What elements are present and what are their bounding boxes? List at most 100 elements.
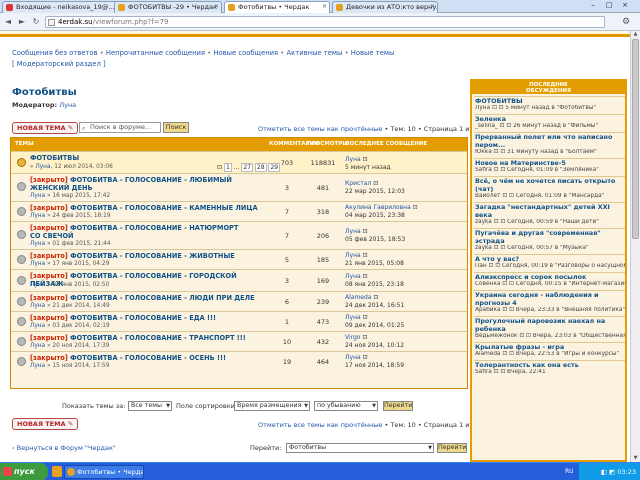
close-tab-icon[interactable]: × [214,3,219,10]
replies-count: 7 [284,232,290,240]
topic-locked-icon [17,230,26,239]
table-row[interactable]: [закрыто] ФОТОБИТВА - ГОЛОСОВАНИЕ - ЛЮДИ… [11,291,467,311]
page-title[interactable]: Фотобитвы [12,87,77,98]
topic-title[interactable]: ФОТОБИТВЫ [30,154,230,162]
list-item[interactable]: Зеленка _selina_ ⊡ ⊡ 26 минут назад в "Фи… [474,114,625,130]
topic-pages: ⊡ 1 ... 27 28 29 [217,163,281,172]
last-post: Акулина Гавриловна ⊡ 04 мар 2015, 23:38 [345,204,418,219]
link-new-topics[interactable]: Новые темы [351,49,395,57]
chevron-down-icon: ▼ [372,403,376,409]
page-scrollbar[interactable]: ▲ ▼ [630,31,640,462]
last-post: Луна ⊡ 09 дек 2014, 01:25 [345,314,405,329]
list-item[interactable]: Прогулочный паровозик наехал на ребенка В… [474,316,625,340]
url-field[interactable]: 4erdak.su/viewforum.php?f=79 [45,16,605,28]
views-count: 185 [316,256,330,264]
chevron-down-icon: ▼ [304,403,308,409]
reload-icon[interactable]: ↻ [30,16,42,28]
link-active[interactable]: Активные темы [286,49,342,57]
minimize-icon[interactable]: – [586,0,600,11]
list-item[interactable]: А что у вас? Пан ⊡ ⊡ Сегодня, 00:19 в "Ра… [474,254,625,270]
moderator-line: Модератор: Луна [12,101,77,109]
close-tab-icon[interactable]: × [322,3,327,10]
period-select[interactable]: Все темы ▼ [128,401,172,411]
table-row[interactable]: [закрыто] ФОТОБИТВА - ГОЛОСОВАНИЕ - ЛЮБИ… [11,173,467,201]
wrench-icon[interactable]: ⚙ [620,16,632,28]
back-icon[interactable]: ◄ [2,16,14,28]
table-row[interactable]: [закрыто] ФОТОБИТВА - ГОЛОСОВАНИЕ - КАМЕ… [11,201,467,221]
table-row[interactable]: [закрыто] ФОТОБИТВА - ГОЛОСОВАНИЕ - ОСЕН… [11,351,467,373]
list-item[interactable]: Крылатые фразы - игра Alameda ⊡ ⊡ Вчера, … [474,342,625,358]
scrollbar-thumb[interactable] [632,39,639,239]
back-to-forum-link[interactable]: ‹ Вернуться в Форум "Чердак" [12,444,116,452]
new-topic-button[interactable]: НОВАЯ ТЕМА ✎ [12,122,79,134]
topic-title[interactable]: [закрыто] ФОТОБИТВА - ГОЛОСОВАНИЕ - НАТЮ… [30,224,245,240]
tab-inbox[interactable]: Входящие - neikasova_19@...× [2,1,123,13]
language-indicator[interactable]: RU [565,463,574,480]
link-moderators[interactable]: [ Модераторский раздел ] [12,60,106,68]
jump-go-button[interactable]: Перейти [437,443,467,453]
moderator-name[interactable]: Луна [59,101,76,109]
tab-devochki[interactable]: Девочки из АТО:кто вернулся × [332,1,438,13]
link-new-posts[interactable]: Новые сообщения [213,49,278,57]
sort-go-button[interactable]: Перейти [383,401,413,411]
topic-locked-icon [17,276,26,285]
tab-fotobitvy-29[interactable]: ФОТОБИТВЫ -29 • Чердак × [114,1,222,13]
topic-title[interactable]: [закрыто] ФОТОБИТВА - ГОЛОСОВАНИЕ - ТРАН… [30,334,270,342]
mark-read-link[interactable]: Отметить все темы как прочтённые [258,421,382,429]
new-topic-button-bottom[interactable]: НОВАЯ ТЕМА ✎ [12,418,79,430]
last-post: Луна ⊡ 08 янв 2015, 23:18 [345,273,404,288]
topic-author-line: Луна » 03 янв 2015, 02:50 [30,282,110,288]
maximize-icon[interactable]: □ [602,0,616,11]
taskbar-window-button[interactable]: Фотобитвы • Чердак... [64,465,144,479]
chevron-down-icon: ▼ [428,445,432,451]
list-item[interactable]: Загадка "нестандартных" детей XXI века za… [474,202,625,226]
topic-author-line: Луна » 24 фев 2015, 18:19 [30,213,111,219]
list-item[interactable]: Пугачёва и другая "современная" эстрада z… [474,228,625,252]
close-window-icon[interactable]: × [618,0,632,11]
page-icon [48,19,55,26]
table-row[interactable]: [закрыто] ФОТОБИТВА - ГОЛОСОВАНИЕ - ЕДА … [11,311,467,331]
table-row[interactable]: [закрыто] ФОТОБИТВА - ГОЛОСОВАНИЕ - ТРАН… [11,331,467,351]
link-unanswered[interactable]: Сообщения без ответов [12,49,98,57]
jump-label: Перейти: [250,444,282,452]
topic-title[interactable]: [закрыто] ФОТОБИТВА - ГОЛОСОВАНИЕ - ЕДА … [30,314,270,322]
list-item[interactable]: Всё, о чём не хочется писать открыто (ча… [474,176,625,200]
scroll-up-icon[interactable]: ▲ [632,31,639,38]
jump-select[interactable]: Фотобитвы ▼ [286,443,434,453]
tab-fotobitvy[interactable]: Фотобитвы • Чердак × [224,1,330,13]
forward-icon[interactable]: ► [16,16,28,28]
search-input[interactable]: ⌕ Поиск в форуме... [79,122,161,133]
order-select[interactable]: по убыванию ▼ [314,401,378,411]
link-unread[interactable]: Непрочитанные сообщения [106,49,205,57]
last-post: Луна ⊡ 05 фев 2015, 18:53 [345,228,406,243]
sort-field-select[interactable]: Время размещения ▼ [234,401,310,411]
tray-icons: ◧ ◩ [600,468,618,476]
list-item[interactable]: Новое на Материнстве-5 Safira ⊡ ⊡ Сегодня… [474,158,625,174]
list-item[interactable]: Украина сегодня - наблюдения и прогнозы … [474,290,625,314]
last-post: Alameda ⊡ 24 дек 2014, 16:51 [345,294,405,309]
list-item[interactable]: Алиэкспресс и сорок посылок Совёнка ⊡ ⊡ С… [474,272,625,288]
page-content: Сообщения без ответов • Непрочитанные со… [0,31,630,462]
list-item[interactable]: Прерванный полет или что написано пером.… [474,132,625,156]
table-row[interactable]: [закрыто] ФОТОБИТВА - ГОЛОСОВАНИЕ - НАТЮ… [11,221,467,249]
topic-title[interactable]: [закрыто] ФОТОБИТВА - ГОЛОСОВАНИЕ - ЛЮДИ… [30,294,270,302]
topic-author-line: Луна » 01 фев 2015, 21:44 [30,241,111,247]
list-item[interactable]: Толерантность как она есть Safira ⊡ ⊡ Вче… [474,360,625,376]
topic-title[interactable]: [закрыто] ФОТОБИТВА - ГОЛОСОВАНИЕ - ЛЮБИ… [30,176,240,192]
replies-count: 5 [284,256,290,264]
topic-title[interactable]: [закрыто] ФОТОБИТВА - ГОЛОСОВАНИЕ - ЖИВО… [30,252,270,260]
list-item[interactable]: ФОТОБИТВЫ Луна ⊡ ⊡ 5 минут назад в "Фотоб… [474,96,625,112]
mark-read-link[interactable]: Отметить все темы как прочтённые [258,125,382,133]
scroll-down-icon[interactable]: ▼ [632,455,639,462]
topic-title[interactable]: [закрыто] ФОТОБИТВА - ГОЛОСОВАНИЕ - ОСЕН… [30,354,270,362]
topic-title[interactable]: [закрыто] ФОТОБИТВА - ГОЛОСОВАНИЕ - КАМЕ… [30,204,270,212]
close-tab-icon[interactable]: × [430,3,435,10]
table-row[interactable]: [закрыто] ФОТОБИТВА - ГОЛОСОВАНИЕ - ГОРО… [11,269,467,291]
table-row[interactable]: ФОТОБИТВЫ » Луна, 12 июл 2014, 03:06 ⊡ 1… [11,151,467,173]
start-button[interactable]: пуск [0,463,48,480]
table-row[interactable]: [закрыто] ФОТОБИТВА - ГОЛОСОВАНИЕ - ЖИВО… [11,249,467,269]
search-button[interactable]: Поиск [163,122,189,133]
replies-count: 3 [284,277,290,285]
show-label: Показать темы за: [62,402,126,410]
browser-quicklaunch-icon[interactable] [52,466,62,477]
